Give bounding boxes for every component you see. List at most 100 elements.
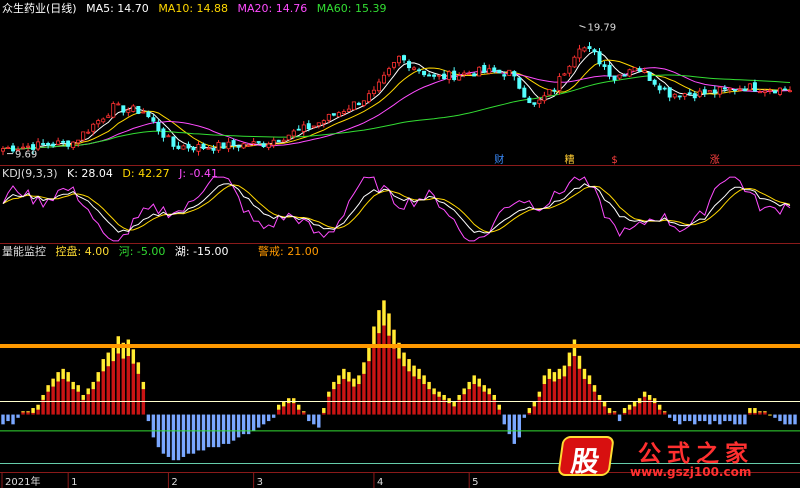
volume-bar: [51, 378, 55, 415]
candle: [21, 143, 26, 150]
candle: [482, 62, 487, 74]
ma5-label: MA5: 14.70: [86, 2, 149, 15]
volume-bar-tip: [41, 394, 45, 400]
volume-bar: [151, 414, 156, 438]
candle: [652, 78, 657, 87]
candle: [452, 67, 457, 82]
watermark-logo-char: 股: [568, 445, 602, 478]
volume-bar: [191, 414, 196, 454]
volume-bar: [302, 411, 306, 415]
candle: [712, 85, 717, 98]
candle-body: [567, 65, 572, 74]
volume-bar-tip: [632, 401, 637, 407]
volume-bar: [16, 414, 20, 418]
volume-bar-tip: [51, 378, 55, 387]
volume-bar-tip: [442, 394, 446, 400]
watermark-title: 公式之家: [638, 440, 754, 467]
candle: [722, 85, 727, 93]
candle: [81, 131, 86, 142]
volume-bar: [287, 398, 291, 415]
volume-bar: [557, 368, 562, 415]
kdj-header: KDJ(9,3,3) K: 28.04 D: 42.27 J: -0.41: [2, 167, 224, 181]
volume-bar-tip: [597, 394, 602, 400]
volume-bar-tip: [96, 372, 100, 382]
volume-bar: [277, 404, 281, 415]
candle-body: [452, 70, 457, 81]
candle: [532, 102, 537, 107]
candle-body: [201, 143, 206, 149]
candle: [166, 133, 171, 138]
candle: [196, 141, 201, 156]
volume-bar-tip: [557, 368, 562, 379]
volume-bar-body: [236, 414, 241, 438]
volume-bar: [743, 414, 747, 425]
volume-bar: [768, 414, 772, 416]
volume-bar: [226, 414, 231, 444]
volume-bar-tip: [537, 391, 542, 397]
volume-bar-tip: [637, 398, 642, 404]
candle: [0, 146, 6, 156]
volume-bar-tip: [101, 359, 105, 372]
candle-body: [712, 89, 717, 94]
volume-bar: [382, 300, 386, 415]
volume-bar-tip: [76, 385, 80, 392]
volume-bar: [562, 365, 567, 415]
volume-bar: [497, 404, 501, 415]
candle: [692, 90, 697, 102]
volume-bar: [452, 401, 456, 415]
candle-body: [662, 87, 667, 90]
volume-bar: [126, 339, 131, 415]
volume-bar-body: [738, 414, 742, 425]
panel-backgrounds: [0, 165, 800, 473]
volume-bar-tip: [26, 411, 30, 413]
volume-bar: [171, 414, 176, 461]
volume-bar-tip: [412, 365, 416, 377]
candle-body: [366, 93, 371, 102]
volume-bar-tip: [753, 408, 757, 413]
candle-body: [61, 141, 66, 143]
candle-body: [532, 102, 537, 105]
volume-bar-tip: [612, 411, 617, 413]
volume-bar: [738, 414, 742, 425]
candle-body: [171, 136, 176, 147]
volume-bar: [793, 414, 797, 425]
volume-bar: [587, 375, 592, 415]
candle: [101, 117, 106, 124]
volume-bar-body: [502, 414, 506, 425]
candle: [552, 87, 557, 95]
volume-bar-tip: [282, 401, 286, 407]
candle: [697, 87, 702, 99]
candle-body: [166, 135, 171, 138]
volume-bar: [482, 385, 486, 415]
candle: [672, 93, 677, 100]
candle: [682, 92, 687, 100]
candle-body: [216, 142, 221, 151]
candle: [181, 144, 186, 150]
candle-body: [131, 105, 136, 112]
volume-bar: [261, 414, 266, 425]
candle: [391, 62, 396, 70]
volume-bar-tip: [277, 404, 281, 410]
volume-bar-tip: [36, 404, 40, 410]
candle: [677, 95, 682, 100]
volume-bar-tip: [492, 394, 496, 400]
volume-bar-tip: [347, 372, 351, 382]
candle: [477, 66, 482, 77]
candle-body: [442, 73, 447, 80]
candle-body: [587, 46, 592, 50]
volume-bar-tip: [46, 385, 50, 392]
candle: [782, 86, 787, 91]
candle-body: [386, 68, 391, 76]
volume-bar-body: [16, 414, 20, 418]
volume-bar-tip: [382, 300, 386, 326]
candle: [331, 113, 336, 117]
candle: [176, 141, 181, 150]
candle-body: [381, 74, 386, 84]
candle-body: [522, 87, 527, 98]
volume-bar-body: [186, 414, 191, 454]
candle-body: [582, 47, 587, 52]
volume-bar: [327, 391, 331, 415]
volume-bar: [627, 404, 632, 415]
watermark-url: www.gszj100.com: [630, 465, 752, 479]
candle: [6, 145, 11, 149]
